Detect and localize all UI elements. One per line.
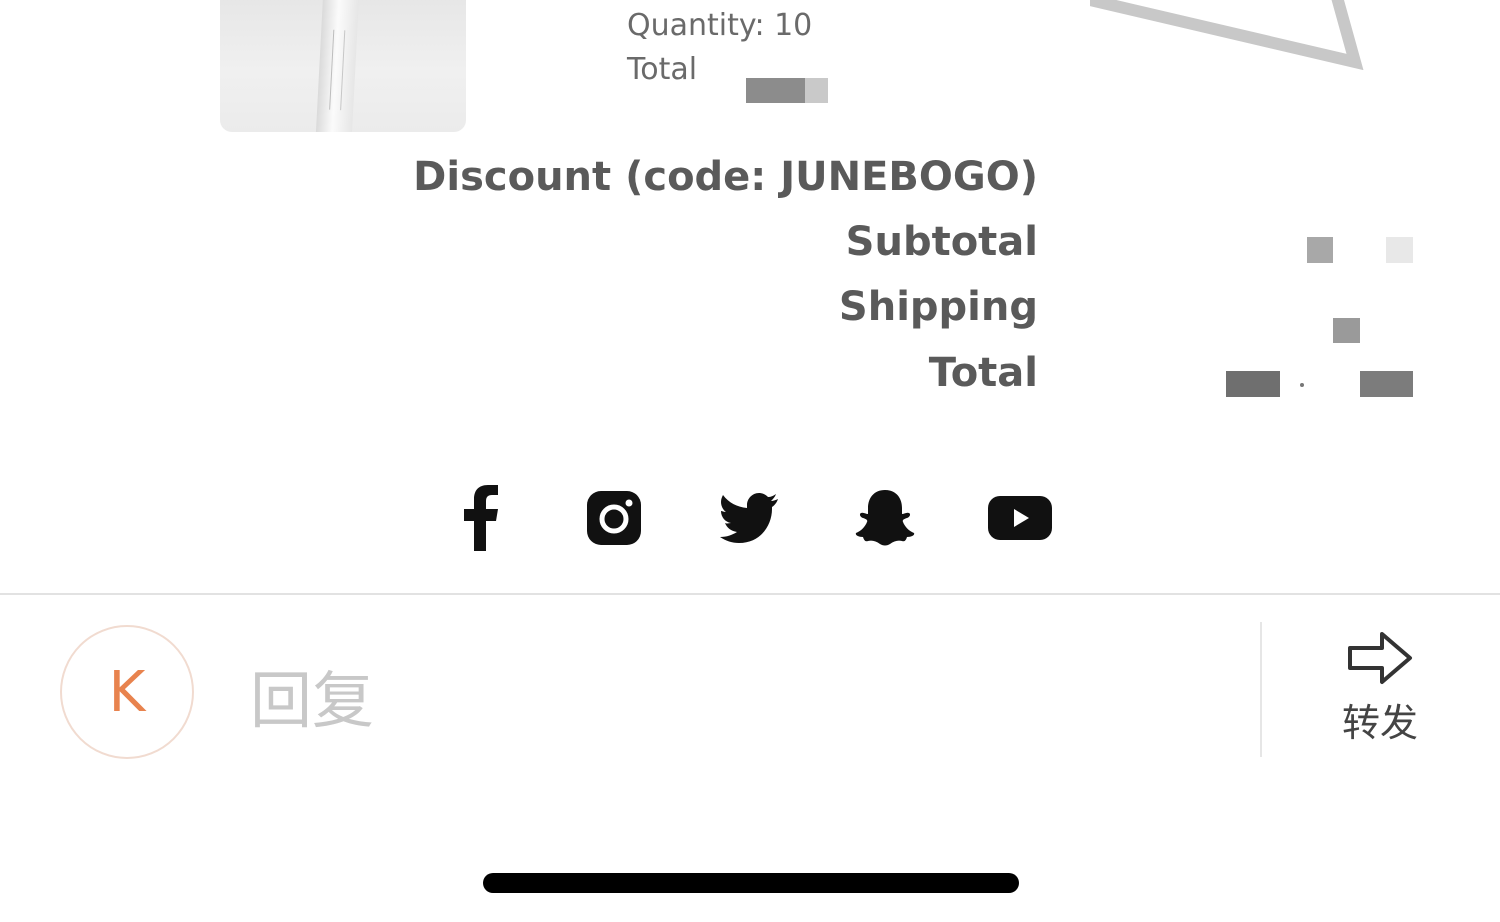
- forward-arrow-icon: [1348, 632, 1412, 684]
- redacted-total-cents: [1360, 371, 1413, 397]
- twitter-icon[interactable]: [714, 482, 786, 554]
- redacted-subtotal: [1307, 237, 1333, 263]
- discount-label: Discount (code: JUNEBOGO): [413, 154, 1038, 200]
- avatar[interactable]: K: [60, 625, 194, 759]
- redacted-total-dot: [1300, 383, 1304, 387]
- redacted-shipping: [1333, 318, 1360, 343]
- total-label: Total: [928, 350, 1038, 396]
- facebook-icon[interactable]: [444, 482, 516, 554]
- redacted-total: [1226, 371, 1280, 397]
- avatar-initial: K: [108, 659, 146, 725]
- youtube-icon[interactable]: [984, 482, 1056, 554]
- instagram-icon[interactable]: [578, 482, 650, 554]
- redacted-item-total-edge: [805, 78, 828, 103]
- home-indicator[interactable]: [483, 873, 1019, 893]
- product-image: [220, 0, 466, 132]
- item-quantity: Quantity: 10: [627, 8, 813, 43]
- subtotal-label: Subtotal: [845, 219, 1038, 265]
- forward-button[interactable]: 转发: [1320, 630, 1440, 750]
- snapchat-icon[interactable]: [849, 482, 921, 554]
- reply-input[interactable]: 回复: [250, 650, 374, 740]
- decorative-triangle: [1090, 0, 1364, 70]
- section-divider: [0, 593, 1500, 595]
- redacted-subtotal-cents: [1386, 237, 1413, 263]
- vertical-divider: [1260, 622, 1262, 757]
- shipping-label: Shipping: [838, 284, 1038, 330]
- forward-label: 转发: [1341, 701, 1418, 745]
- item-total-label: Total: [627, 52, 698, 87]
